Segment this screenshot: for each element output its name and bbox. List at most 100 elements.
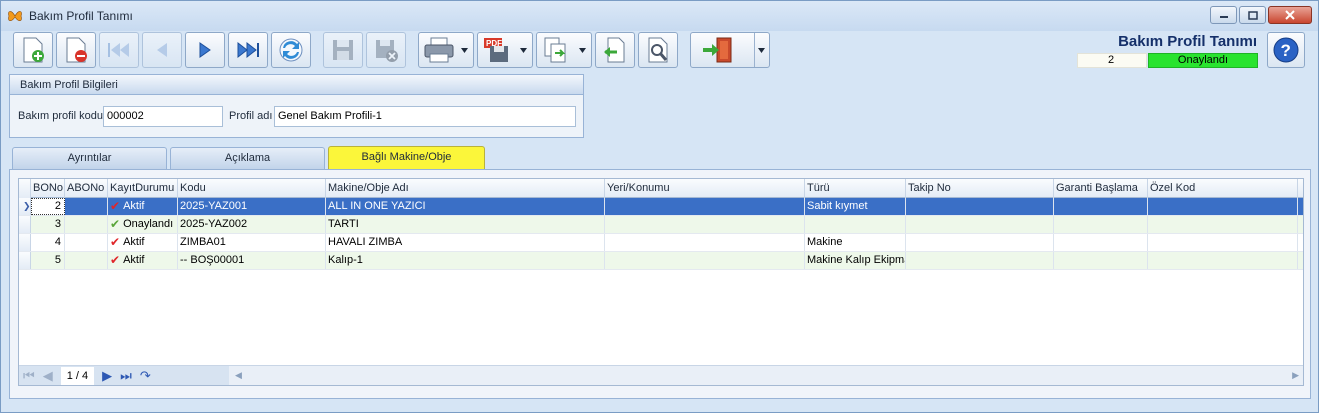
nav-prev-icon[interactable]: ◀ <box>43 368 53 384</box>
profile-code-input[interactable]: 000002 <box>103 106 223 127</box>
nav-refresh-icon[interactable]: ↷ <box>140 368 151 384</box>
new-record-button[interactable] <box>13 32 53 68</box>
cell-abono[interactable] <box>65 252 108 269</box>
export-button[interactable] <box>536 32 592 68</box>
print-button[interactable] <box>418 32 474 68</box>
exit-button[interactable] <box>690 32 770 68</box>
first-record-button[interactable] <box>99 32 139 68</box>
prev-icon <box>157 43 167 57</box>
cell-type[interactable]: Makine <box>805 234 906 251</box>
cell-code[interactable]: 2025-YAZ002 <box>178 216 326 233</box>
tab-details[interactable]: Ayrıntılar <box>12 147 167 169</box>
red-check-icon: ✔ <box>110 199 121 213</box>
col-header-bono[interactable]: BONo <box>31 179 65 198</box>
cell-warranty[interactable] <box>1054 234 1148 251</box>
cell-bono[interactable]: 3 <box>31 216 65 233</box>
table-row[interactable]: 3 ✔ Onaylandı 2025-YAZ002 TARTI <box>19 216 1303 234</box>
save-button[interactable] <box>323 32 363 68</box>
cell-code[interactable]: 2025-YAZ001 <box>178 198 326 215</box>
table-row[interactable]: 4 ✔ Aktif ZIMBA01 HAVALI ZIMBA Makine <box>19 234 1303 252</box>
cancel-save-button[interactable] <box>366 32 406 68</box>
last-icon <box>237 41 259 59</box>
cell-type[interactable] <box>805 216 906 233</box>
col-header-location[interactable]: Yeri/Konumu <box>605 179 805 198</box>
status-text: Onaylandı <box>123 218 174 230</box>
cell-tracking[interactable] <box>906 216 1054 233</box>
row-indicator <box>19 216 31 233</box>
cell-warranty[interactable] <box>1054 216 1148 233</box>
cell-status[interactable]: ✔ Aktif <box>108 252 178 269</box>
import-button[interactable] <box>595 32 635 68</box>
cell-special-code[interactable] <box>1148 216 1298 233</box>
cell-name[interactable]: ALL IN ONE YAZICI <box>326 198 605 215</box>
horizontal-scrollbar[interactable]: ◀ ▶ <box>229 366 1303 386</box>
cell-bono[interactable]: 5 <box>31 252 65 269</box>
previous-record-button[interactable] <box>142 32 182 68</box>
cell-code[interactable]: -- BOŞ00001 <box>178 252 326 269</box>
cell-code[interactable]: ZIMBA01 <box>178 234 326 251</box>
table-row[interactable]: 5 ✔ Aktif -- BOŞ00001 Kalıp-1 Makine Kalı… <box>19 252 1303 270</box>
profile-name-input[interactable]: Genel Bakım Profili-1 <box>274 106 576 127</box>
chevron-down-icon <box>579 48 586 53</box>
cell-status[interactable]: ✔ Aktif <box>108 198 178 215</box>
cell-name[interactable]: Kalıp-1 <box>326 252 605 269</box>
minimize-icon <box>1219 16 1228 18</box>
next-record-button[interactable] <box>185 32 225 68</box>
minimize-button[interactable] <box>1210 6 1237 24</box>
col-header-status[interactable]: KayıtDurumu <box>108 179 178 198</box>
cell-location[interactable] <box>605 252 805 269</box>
settings-button[interactable] <box>638 32 678 68</box>
col-header-special-code[interactable]: Özel Kod <box>1148 179 1298 198</box>
status-text: Aktif <box>123 236 145 248</box>
col-header-abono[interactable]: ABONo <box>65 179 108 198</box>
cell-status[interactable]: ✔ Aktif <box>108 234 178 251</box>
col-header-type[interactable]: Türü <box>805 179 906 198</box>
cell-tracking[interactable] <box>906 198 1054 215</box>
nav-last-icon[interactable]: ⏭ <box>120 368 132 384</box>
cell-name[interactable]: HAVALI ZIMBA <box>326 234 605 251</box>
cell-special-code[interactable] <box>1148 252 1298 269</box>
nav-next-icon[interactable]: ▶ <box>102 368 112 384</box>
cell-abono[interactable] <box>65 198 108 215</box>
col-header-code[interactable]: Kodu <box>178 179 326 198</box>
tab-linked-machines[interactable]: Bağlı Makine/Obje <box>328 146 485 169</box>
print-icon <box>424 37 454 63</box>
cell-location[interactable] <box>605 216 805 233</box>
cell-type[interactable]: Makine Kalıp Ekipmanı <box>805 252 906 269</box>
cell-status[interactable]: ✔ Onaylandı <box>108 216 178 233</box>
cell-bono[interactable]: 2 <box>31 198 65 215</box>
cell-bono[interactable]: 4 <box>31 234 65 251</box>
cell-location[interactable] <box>605 234 805 251</box>
tab-description[interactable]: Açıklama <box>170 147 325 169</box>
delete-record-button[interactable] <box>56 32 96 68</box>
help-button[interactable]: ? <box>1267 32 1305 68</box>
close-window-button[interactable] <box>1268 6 1312 24</box>
last-record-button[interactable] <box>228 32 268 68</box>
cell-type[interactable]: Sabit kıymet <box>805 198 906 215</box>
cell-tracking[interactable] <box>906 234 1054 251</box>
pdf-export-button[interactable]: PDF <box>477 32 533 68</box>
maximize-icon <box>1247 10 1258 20</box>
cell-abono[interactable] <box>65 234 108 251</box>
col-header-name[interactable]: Makine/Obje Adı <box>326 179 605 198</box>
chevron-down-icon <box>461 48 468 53</box>
profile-code-label: Bakım profil kodu <box>18 110 103 122</box>
cell-tracking[interactable] <box>906 252 1054 269</box>
status-badge: Onaylandı <box>1148 53 1258 68</box>
refresh-button[interactable] <box>271 32 311 68</box>
cell-warranty[interactable] <box>1054 198 1148 215</box>
cell-name[interactable]: TARTI <box>326 216 605 233</box>
maximize-button[interactable] <box>1239 6 1266 24</box>
cell-location[interactable] <box>605 198 805 215</box>
col-header-tracking[interactable]: Takip No <box>906 179 1054 198</box>
table-row[interactable]: ❯ 2 ✔ Aktif 2025-YAZ001 ALL IN ONE YAZICI… <box>19 198 1303 216</box>
scroll-left-icon[interactable]: ◀ <box>235 370 242 381</box>
exit-icon <box>703 37 732 63</box>
scroll-right-icon[interactable]: ▶ <box>1292 370 1299 381</box>
nav-first-icon[interactable]: ⏮ <box>23 368 35 384</box>
col-header-warranty[interactable]: Garanti Başlama <box>1054 179 1148 198</box>
cell-special-code[interactable] <box>1148 234 1298 251</box>
cell-special-code[interactable] <box>1148 198 1298 215</box>
cell-warranty[interactable] <box>1054 252 1148 269</box>
cell-abono[interactable] <box>65 216 108 233</box>
